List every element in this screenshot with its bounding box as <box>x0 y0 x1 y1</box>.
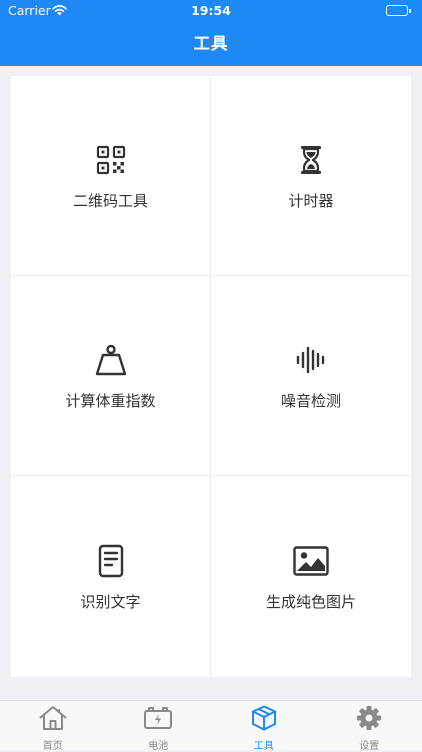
box-icon <box>249 705 279 735</box>
tool-label: 生成纯色图片 <box>266 591 356 612</box>
document-icon <box>91 541 131 581</box>
status-time: 19:54 <box>0 3 422 18</box>
tool-timer[interactable]: 计时器 <box>211 76 411 276</box>
tool-qr-code[interactable]: 二维码工具 <box>11 76 211 276</box>
header-bar: Carrier 19:54 工具 <box>0 0 422 66</box>
tool-bmi[interactable]: 计算体重指数 <box>11 276 211 476</box>
tool-label: 识别文字 <box>80 591 140 612</box>
tool-text-recognition[interactable]: 识别文字 <box>11 476 211 677</box>
gear-icon <box>354 705 384 735</box>
tools-grid: 二维码工具 计时器 计算体重指数 <box>11 76 411 677</box>
tool-noise-detect[interactable]: 噪音检测 <box>211 276 411 476</box>
home-icon <box>38 705 68 735</box>
weight-icon <box>91 340 131 380</box>
battery-status-icon <box>386 5 408 16</box>
tab-tools[interactable]: 工具 <box>211 701 317 750</box>
image-icon <box>291 541 331 581</box>
sound-wave-icon <box>291 340 331 380</box>
tool-label: 二维码工具 <box>73 190 148 211</box>
tab-settings[interactable]: 设置 <box>317 701 422 750</box>
tool-label: 噪音检测 <box>281 390 341 411</box>
hourglass-icon <box>291 140 331 180</box>
page-title: 工具 <box>0 30 422 54</box>
tab-bar: 首页 电池 工具 <box>0 700 422 750</box>
tab-battery[interactable]: 电池 <box>106 701 212 750</box>
tab-home[interactable]: 首页 <box>0 701 106 750</box>
tool-label: 计算体重指数 <box>65 390 155 411</box>
battery-icon <box>143 705 173 735</box>
status-bar: Carrier 19:54 <box>0 0 422 22</box>
tool-solid-color-image[interactable]: 生成纯色图片 <box>211 476 411 677</box>
qr-code-icon <box>91 140 131 180</box>
tool-label: 计时器 <box>288 190 333 211</box>
